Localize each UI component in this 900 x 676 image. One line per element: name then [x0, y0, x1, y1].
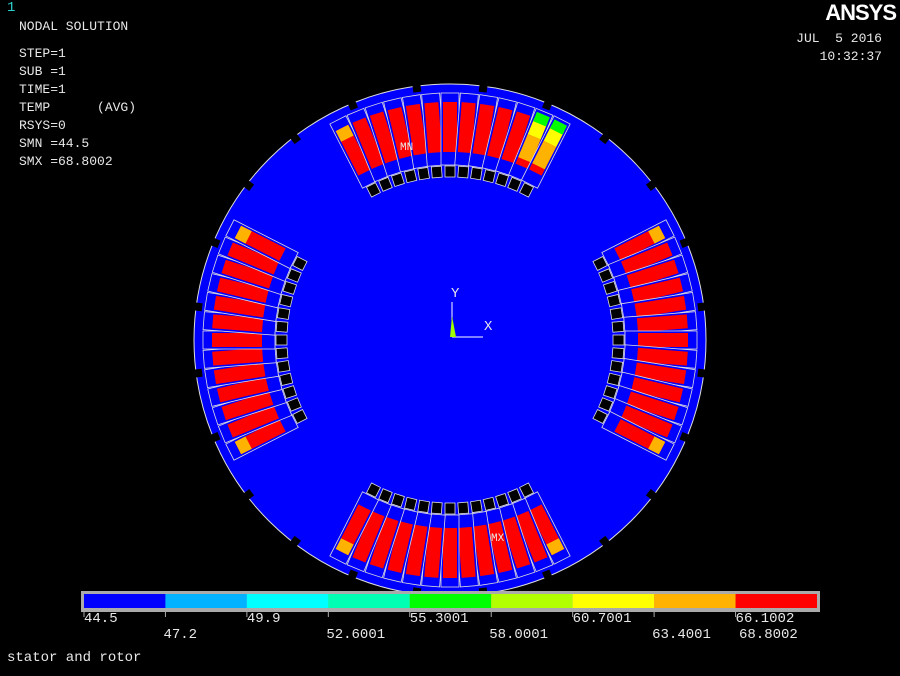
rotor-bar — [482, 169, 496, 184]
rotor-bar — [430, 165, 443, 179]
rotor-bar — [417, 499, 430, 514]
rotor-bar — [275, 347, 289, 360]
colorbar-segment — [328, 594, 410, 608]
colorbar-label: 44.5 — [84, 611, 118, 627]
rotor-bar — [470, 166, 483, 181]
max-marker: MX — [491, 533, 505, 545]
rotor-bar — [470, 499, 483, 514]
slot-conductor — [212, 333, 262, 347]
rotor-bar — [279, 294, 294, 308]
x-axis-label: X — [484, 319, 493, 335]
colorbar-label: 63.4001 — [652, 627, 711, 643]
rotor-bar — [404, 169, 418, 184]
rotor-bar — [606, 372, 621, 386]
colorbar-label: 58.0001 — [489, 627, 549, 643]
ansys-graphics-window: 1 ANSYS JUL 5 2016 10:32:37 NODAL SOLUTI… — [0, 0, 900, 676]
rotor-bar — [444, 502, 456, 515]
rotor-bar — [276, 360, 291, 373]
stator-notch — [412, 83, 422, 93]
colorbar-label: 49.9 — [246, 611, 281, 627]
colorbar-segment — [735, 594, 817, 608]
rotor-bar — [611, 347, 625, 360]
colorbar-segment — [409, 594, 492, 608]
stator-notch — [193, 368, 203, 378]
rotor-bar — [482, 496, 496, 511]
rotor-bar — [275, 320, 289, 333]
colorbar-segment — [246, 594, 329, 608]
rotor-bar — [609, 360, 624, 373]
y-axis-label: Y — [451, 286, 460, 302]
plot-caption: stator and rotor — [7, 650, 142, 666]
slot-conductor — [443, 102, 457, 152]
rotor-bar — [279, 372, 294, 386]
rotor-bar — [444, 165, 456, 178]
colorbar-segment — [491, 594, 573, 608]
rotor-bar — [612, 334, 625, 346]
rotor-bar — [275, 334, 288, 346]
stator-notch — [697, 368, 707, 378]
stator-notch — [697, 302, 707, 312]
stator-notch — [478, 83, 488, 93]
rotor-bar — [611, 320, 625, 333]
colorbar-segment — [654, 594, 736, 608]
colorbar-label: 47.2 — [163, 627, 198, 643]
slot-conductor — [443, 528, 457, 578]
slot-conductor — [638, 333, 688, 347]
rotor-bar — [606, 294, 621, 308]
contour-plot[interactable] — [0, 0, 900, 676]
rotor-bar — [417, 166, 430, 181]
stator-notch — [193, 302, 203, 312]
rotor-bar — [457, 501, 470, 515]
rotor-bar — [609, 307, 624, 320]
rotor-bar — [404, 496, 418, 511]
rotor-bar — [457, 165, 470, 179]
colorbar-label: 68.8002 — [739, 627, 798, 643]
colorbar-label: 60.7001 — [572, 611, 632, 627]
min-marker: MN — [400, 142, 414, 154]
colorbar-segment — [165, 594, 247, 608]
colorbar-segment — [572, 594, 655, 608]
colorbar-label: 55.3001 — [409, 611, 469, 627]
rotor-bar — [276, 307, 291, 320]
colorbar-segment — [84, 594, 166, 608]
rotor-bar — [430, 501, 443, 515]
colorbar-label: 52.6001 — [326, 627, 386, 643]
